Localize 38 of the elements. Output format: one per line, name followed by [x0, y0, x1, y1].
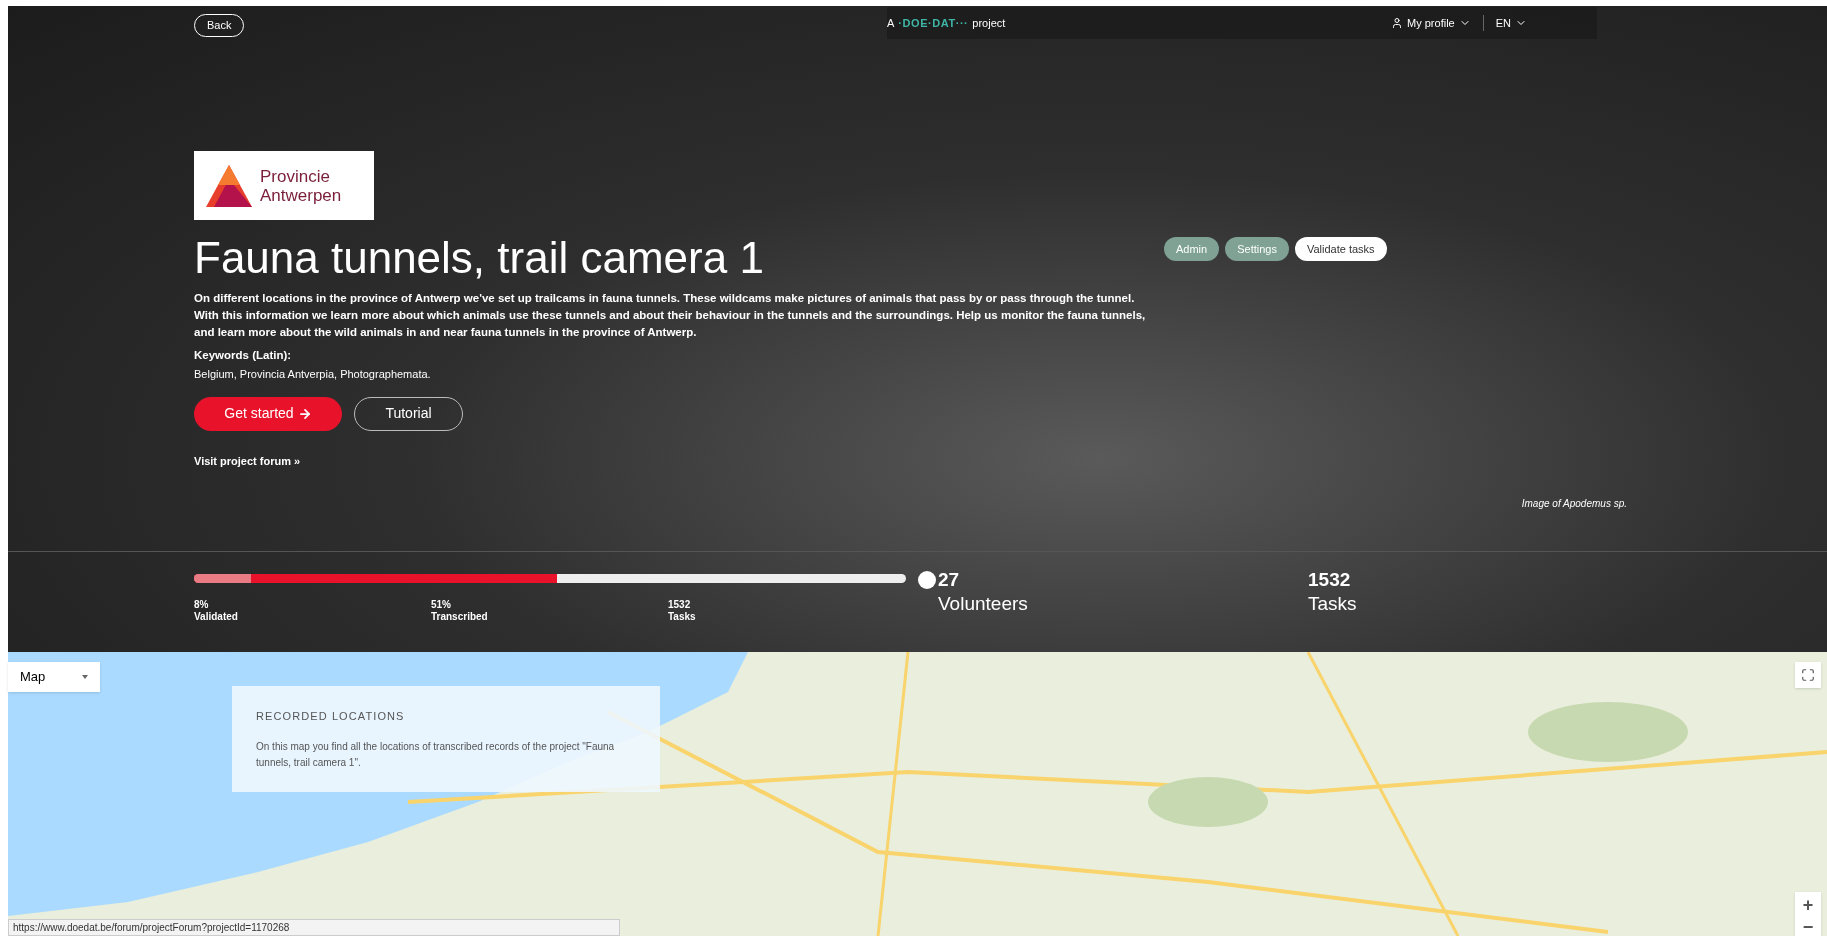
stat-label: Volunteers: [938, 592, 1029, 617]
dropdown-caret-icon: [82, 675, 88, 679]
language-menu[interactable]: EN: [1495, 14, 1527, 32]
brand-suffix: project: [972, 15, 1006, 31]
progress-label: Tasks: [668, 611, 697, 624]
keywords-text: Belgium, Provincia Antverpia, Photographemata.: [194, 367, 432, 383]
admin-button[interactable]: Validate tasks: [1294, 237, 1387, 261]
description-text: With this information we learn more about which animals use these tunnels and about their behaviour in the tunnels and the surroundings. Help us monitor the fauna tunnels, and learn more about the wild animals in and near fauna tunnels in the province of Antwerp.: [194, 308, 1147, 340]
user-icon: [1391, 17, 1404, 29]
logo-text: Provincie: [260, 166, 331, 186]
card-text: On this map you find all the locations of transcribed records of the project "Fauna tunnels, trail camera 1".: [256, 739, 616, 770]
fullscreen-button[interactable]: [1795, 662, 1821, 688]
logo-text: Antwerpen: [260, 185, 342, 205]
fullscreen-icon: [1801, 668, 1815, 682]
status-bar: https://www.doedat.be/forum/projectForum?projectId=1170268: [8, 919, 620, 936]
zoom-in-button[interactable]: +: [1795, 892, 1821, 918]
progress-label: Validated: [194, 611, 239, 624]
forum-link[interactable]: Visit project forum »: [194, 452, 1164, 470]
map-type-select[interactable]: Map: [8, 662, 100, 692]
project-title: Fauna tunnels, trail camera 1: [194, 232, 765, 284]
get-started-button[interactable]: Get started: [194, 396, 342, 431]
profile-menu[interactable]: My profile: [1391, 14, 1471, 32]
stat-label: Tasks: [1308, 592, 1357, 617]
image-caption: Image of Apodemus sp.: [1521, 497, 1627, 512]
progress-value: 1532: [668, 599, 692, 612]
description-text: On different locations in the province of Antwerp we've set up trailcams in fauna tunnels. These wildcams make pictures of animals that pass by or pass through the tunnel.: [194, 291, 1136, 306]
brand-prefix: A: [887, 15, 895, 31]
progress-label: Transcribed: [431, 611, 489, 624]
card-title: RECORDED LOCATIONS: [256, 709, 406, 724]
stat-value: 1532: [1308, 568, 1352, 593]
zoom-out-button[interactable]: −: [1795, 918, 1821, 936]
triangle-logo-icon: [206, 164, 252, 207]
progress-value: 8%: [194, 599, 210, 612]
stat-value: 27: [938, 568, 961, 593]
keywords-label: Keywords (Latin):: [194, 348, 293, 363]
brand-logo: ·DOE·DAT···: [898, 15, 969, 31]
arrow-right-icon: [297, 406, 312, 421]
progress-value: 51%: [431, 599, 452, 612]
